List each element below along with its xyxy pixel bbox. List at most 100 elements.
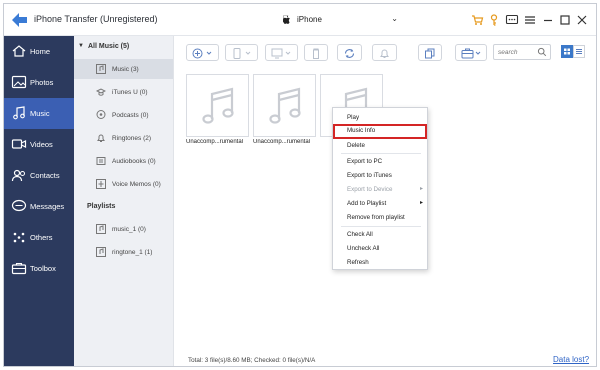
- trash-icon: [313, 48, 319, 59]
- toolbox-icon: [461, 48, 481, 59]
- category-panel: ▼ All Music (5) Music (3) iTunes U (0) P…: [74, 36, 174, 366]
- messages-icon: [11, 199, 27, 212]
- category-voice-memos[interactable]: Voice Memos (0): [74, 174, 173, 194]
- music-file-tile[interactable]: [186, 74, 249, 137]
- category-ringtones[interactable]: Ringtones (2): [74, 128, 173, 148]
- sidebar-item-music[interactable]: Music: [4, 98, 74, 129]
- playlist-label: music_1 (0): [112, 226, 146, 233]
- sidebar-item-label: Others: [30, 233, 53, 242]
- sidebar-item-label: Home: [30, 47, 51, 56]
- export-to-device-button[interactable]: [225, 44, 258, 61]
- playlists-header: Playlists: [87, 203, 116, 210]
- close-icon[interactable]: [575, 13, 589, 27]
- category-music[interactable]: Music (3): [74, 59, 173, 79]
- menu-item-music-info[interactable]: Music Info: [333, 124, 427, 139]
- app-logo-icon: [12, 13, 27, 27]
- playlist-icon: [96, 247, 106, 257]
- maximize-icon[interactable]: [558, 13, 572, 27]
- sidebar-item-label: Contacts: [30, 171, 60, 180]
- menu-item-export-to-itunes[interactable]: Export to iTunes: [333, 169, 427, 182]
- sidebar-item-label: Photos: [30, 78, 54, 87]
- menu-item-add-to-playlist[interactable]: Add to Playlist ▸: [333, 197, 427, 210]
- all-music-toggle[interactable]: ▼ All Music (5): [74, 41, 173, 53]
- menu-item-label: Remove from playlist: [347, 214, 405, 221]
- refresh-icon: [344, 49, 355, 58]
- menu-item-label: Refresh: [347, 259, 369, 266]
- music-file-tile[interactable]: [253, 74, 316, 137]
- menu-item-play[interactable]: Play: [333, 111, 427, 124]
- app-window: iPhone Transfer (Unregistered)  iPhone …: [3, 3, 597, 367]
- cart-icon[interactable]: [470, 13, 484, 27]
- title-bar: iPhone Transfer (Unregistered)  iPhone …: [4, 4, 596, 36]
- toolbox-dropdown-button[interactable]: [455, 44, 487, 61]
- ringtone-maker-button[interactable]: [372, 44, 397, 61]
- menu-item-export-to-device[interactable]: Export to Device ▸: [333, 183, 427, 196]
- sidebar-item-photos[interactable]: Photos: [4, 67, 74, 98]
- grid-view-icon: [564, 48, 570, 55]
- key-icon[interactable]: [487, 13, 501, 27]
- category-podcasts[interactable]: Podcasts (0): [74, 105, 173, 125]
- feedback-icon[interactable]: [505, 13, 519, 27]
- menu-item-check-all[interactable]: Check All: [333, 228, 427, 241]
- category-itunes-u[interactable]: iTunes U (0): [74, 82, 173, 102]
- playlist-item[interactable]: ringtone_1 (1): [74, 242, 173, 262]
- menu-item-label: Play: [347, 114, 360, 121]
- file-name: Unaccomp...rumental: [253, 139, 311, 145]
- sidebar: Home Photos Music Videos Contacts Messag…: [4, 36, 74, 366]
- music-note-icon: [269, 87, 301, 124]
- apple-logo-icon: [283, 15, 290, 24]
- file-name: Unaccomp...rumental: [186, 139, 244, 145]
- music-note-icon: [96, 64, 106, 74]
- search-icon[interactable]: [537, 47, 547, 57]
- context-menu: Play Music Info Delete Export to PC Expo…: [332, 107, 428, 270]
- grid-view-button[interactable]: [561, 45, 573, 58]
- menu-item-delete[interactable]: Delete: [333, 139, 427, 152]
- menu-item-export-to-pc[interactable]: Export to PC: [333, 155, 427, 168]
- submenu-arrow-icon: ▸: [419, 186, 423, 192]
- menu-separator: [341, 153, 421, 154]
- app-title: iPhone Transfer (Unregistered): [34, 14, 158, 24]
- menu-item-refresh[interactable]: Refresh: [333, 256, 427, 269]
- music-icon: [13, 106, 25, 120]
- delete-button[interactable]: [304, 44, 328, 61]
- export-to-pc-button[interactable]: [265, 44, 298, 61]
- list-view-button[interactable]: [573, 45, 585, 58]
- category-label: Ringtones (2): [112, 135, 152, 142]
- minimize-icon[interactable]: [541, 13, 555, 27]
- sidebar-item-others[interactable]: Others: [4, 222, 74, 253]
- podcast-icon: [96, 110, 106, 119]
- menu-item-label: Uncheck All: [347, 245, 380, 252]
- refresh-button[interactable]: [337, 44, 362, 61]
- menu-item-remove-from-playlist[interactable]: Remove from playlist: [333, 211, 427, 224]
- sidebar-item-home[interactable]: Home: [4, 36, 74, 67]
- category-audiobooks[interactable]: Audiobooks (0): [74, 151, 173, 171]
- home-icon: [12, 45, 26, 57]
- submenu-arrow-icon: ▸: [419, 200, 423, 206]
- menu-item-label: Add to Playlist: [347, 200, 387, 207]
- sidebar-item-videos[interactable]: Videos: [4, 129, 74, 160]
- audiobook-icon: [96, 157, 106, 165]
- list-view-icon: [576, 49, 582, 54]
- chevron-down-icon[interactable]: ⌄: [391, 14, 398, 23]
- add-button[interactable]: [186, 44, 219, 61]
- menu-icon[interactable]: [523, 13, 537, 27]
- sidebar-item-toolbox[interactable]: Toolbox: [4, 253, 74, 284]
- search-input[interactable]: [498, 47, 534, 58]
- bell-icon: [97, 134, 105, 142]
- voice-memo-icon: [96, 179, 106, 189]
- device-selector[interactable]:  iPhone ⌄: [282, 14, 404, 28]
- all-music-header: All Music (5): [88, 43, 130, 50]
- video-camera-icon: [11, 139, 27, 149]
- sidebar-item-label: Toolbox: [30, 264, 56, 273]
- menu-item-uncheck-all[interactable]: Uncheck All: [333, 242, 427, 255]
- pc-export-icon: [271, 48, 291, 59]
- category-label: Audiobooks (0): [112, 158, 156, 165]
- menu-item-label: Check All: [347, 231, 373, 238]
- copy-button[interactable]: [418, 44, 442, 61]
- status-text: Total: 3 file(s)/8.60 MB; Checked: 0 fil…: [188, 357, 316, 364]
- search-box[interactable]: [493, 44, 551, 60]
- playlist-item[interactable]: music_1 (0): [74, 219, 173, 239]
- data-lost-link[interactable]: Data lost?: [553, 355, 589, 364]
- sidebar-item-messages[interactable]: Messages: [4, 191, 74, 222]
- sidebar-item-contacts[interactable]: Contacts: [4, 160, 74, 191]
